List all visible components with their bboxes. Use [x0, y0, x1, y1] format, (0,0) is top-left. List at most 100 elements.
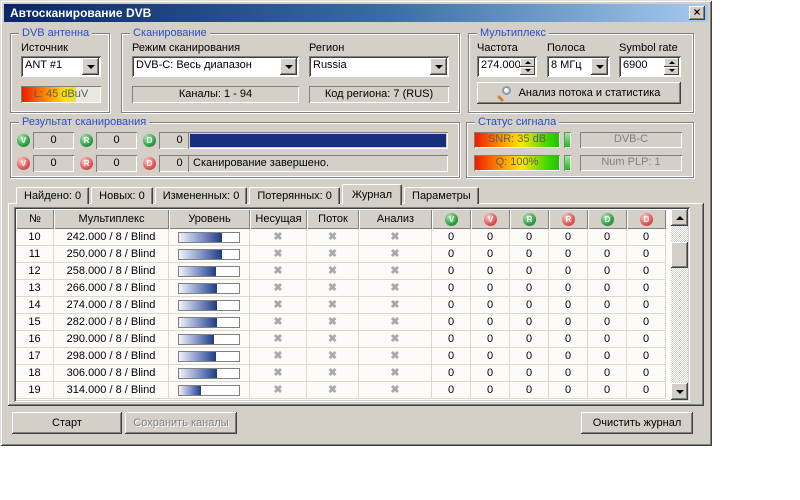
cell-count: 0 [510, 263, 549, 280]
cell-count: 0 [549, 297, 588, 314]
cell-analysis: ✖ [359, 229, 432, 246]
column-header-green-v: V [432, 209, 471, 229]
scrollbar-up-button[interactable] [671, 209, 688, 226]
table-row[interactable]: 15282.000 / 8 / Blind✖✖✖000000 [16, 314, 671, 331]
scan-mode-dropdown-button[interactable] [280, 58, 297, 75]
table-row[interactable]: 13266.000 / 8 / Blind✖✖✖000000 [16, 280, 671, 297]
region-dropdown-button[interactable] [430, 58, 447, 75]
save-channels-button: Сохранить каналы [125, 412, 237, 434]
table-row[interactable]: 14274.000 / 8 / Blind✖✖✖000000 [16, 297, 671, 314]
tab-4-active[interactable]: Журнал [342, 184, 402, 205]
table-row[interactable]: 16290.000 / 8 / Blind✖✖✖000000 [16, 331, 671, 348]
cell-count: 0 [627, 246, 666, 263]
tab-2[interactable]: Измененных: 0 [155, 187, 248, 204]
cell-level [169, 263, 250, 280]
red-d-icon: D [640, 213, 653, 226]
log-table-header: №МультиплексУровеньНесущаяПотокАнализVVR… [16, 209, 671, 229]
cell-count: 0 [588, 348, 627, 365]
scrollbar-thumb[interactable] [671, 242, 688, 268]
cell-count: 0 [627, 229, 666, 246]
cell-analysis: ✖ [359, 365, 432, 382]
antenna-level-meter: L: 45 dBuV [21, 86, 101, 103]
cell-count: 0 [432, 263, 471, 280]
column-header: Анализ [359, 209, 432, 229]
scan-result-group: Результат сканирования V0R0D0V0R0D0 Скан… [10, 122, 460, 178]
cell-count: 0 [432, 297, 471, 314]
cell-count: 0 [510, 365, 549, 382]
close-button[interactable]: × [689, 6, 705, 20]
table-row[interactable]: 11250.000 / 8 / Blind✖✖✖000000 [16, 246, 671, 263]
source-dropdown-button[interactable] [82, 58, 99, 75]
cell-count: 0 [471, 263, 510, 280]
cell-analysis: ✖ [359, 246, 432, 263]
cell-carrier: ✖ [250, 263, 307, 280]
cell-count: 0 [588, 246, 627, 263]
frequency-down-button[interactable] [520, 67, 535, 76]
source-label: Источник [21, 42, 68, 54]
cell-count: 0 [549, 365, 588, 382]
frequency-spinbox[interactable]: 274.000 [477, 56, 537, 77]
green-v-icon: V [17, 134, 30, 147]
counter-red-v: 0 [33, 155, 74, 172]
cross-icon: ✖ [273, 249, 282, 260]
table-row[interactable]: 17298.000 / 8 / Blind✖✖✖000000 [16, 348, 671, 365]
cell-count: 0 [549, 331, 588, 348]
cell-stream: ✖ [307, 365, 359, 382]
level-bar [178, 317, 240, 328]
table-row[interactable]: 18306.000 / 8 / Blind✖✖✖000000 [16, 365, 671, 382]
table-scrollbar[interactable] [671, 209, 688, 400]
cell-level [169, 246, 250, 263]
level-bar [178, 300, 240, 311]
level-bar-fill [179, 369, 217, 378]
cell-count: 0 [471, 280, 510, 297]
analyze-stream-button[interactable]: Анализ потока и статистика [477, 82, 681, 104]
level-bar-fill [179, 318, 217, 327]
clear-log-button[interactable]: Очистить журнал [581, 412, 693, 434]
symbol-rate-down-button[interactable] [664, 67, 679, 76]
cross-icon: ✖ [390, 300, 399, 311]
cross-icon: ✖ [273, 232, 282, 243]
start-button[interactable]: Старт [12, 412, 122, 434]
counter-green-r: 0 [96, 132, 137, 149]
cell-count: 0 [471, 297, 510, 314]
cell-count: 0 [510, 297, 549, 314]
scan-mode-select[interactable]: DVB-C: Весь диапазон [132, 56, 299, 77]
cell-analysis: ✖ [359, 314, 432, 331]
table-row[interactable]: 19314.000 / 8 / Blind✖✖✖000000 [16, 382, 671, 399]
cell-count: 0 [510, 382, 549, 399]
cell-num: 12 [16, 263, 54, 280]
cell-count: 0 [627, 348, 666, 365]
scan-mode-label: Режим сканирования [132, 42, 240, 54]
frequency-up-button[interactable] [520, 58, 535, 67]
bandwidth-select[interactable]: 8 МГц [547, 56, 610, 77]
cell-count: 0 [627, 382, 666, 399]
scrollbar-down-button[interactable] [671, 383, 688, 400]
table-row[interactable]: 10242.000 / 8 / Blind✖✖✖000000 [16, 229, 671, 246]
level-bar-fill [179, 335, 214, 344]
symbol-rate-spinbox[interactable]: 6900 [619, 56, 681, 77]
cross-icon: ✖ [390, 249, 399, 260]
scan-status-text: Сканирование завершено. [188, 155, 448, 172]
cell-stream: ✖ [307, 229, 359, 246]
source-select[interactable]: ANT #1 [21, 56, 101, 77]
region-select[interactable]: Russia [309, 56, 449, 77]
table-row[interactable]: 12258.000 / 8 / Blind✖✖✖000000 [16, 263, 671, 280]
symbol-rate-up-button[interactable] [664, 58, 679, 67]
bandwidth-dropdown-button[interactable] [591, 58, 608, 75]
column-header-green-d: D [588, 209, 627, 229]
cell-count: 0 [627, 297, 666, 314]
level-bar-fill [179, 386, 201, 395]
cross-icon: ✖ [273, 266, 282, 277]
tab-5[interactable]: Параметры [404, 187, 479, 204]
cell-count: 0 [432, 365, 471, 382]
bandwidth-label: Полоса [547, 42, 585, 54]
column-header-red-d: D [627, 209, 666, 229]
region-label: Регион [309, 42, 344, 54]
tab-3[interactable]: Потерянных: 0 [249, 187, 340, 204]
cell-analysis: ✖ [359, 382, 432, 399]
level-bar [178, 249, 240, 260]
tab-0[interactable]: Найдено: 0 [16, 187, 89, 204]
tab-1[interactable]: Новых: 0 [91, 187, 153, 204]
cell-multiplex: 242.000 / 8 / Blind [54, 229, 169, 246]
cell-count: 0 [510, 348, 549, 365]
